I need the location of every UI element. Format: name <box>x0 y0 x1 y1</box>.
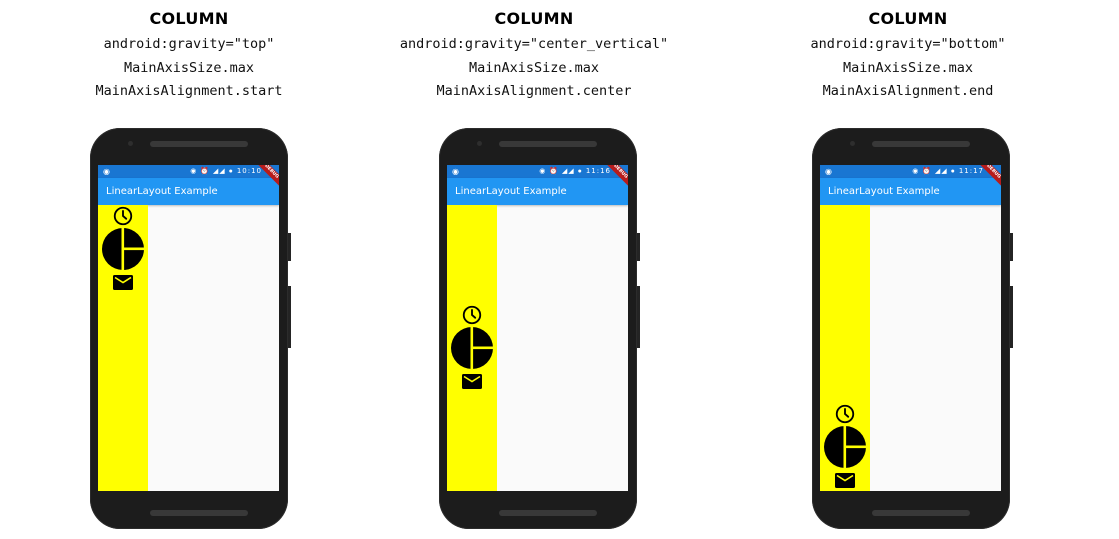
camera-icon <box>850 141 855 146</box>
bottom-speaker <box>872 510 970 516</box>
camera-icon <box>128 141 133 146</box>
camera-icon <box>477 141 482 146</box>
app-bar: LinearLayout Example <box>98 178 279 205</box>
volume-button[interactable] <box>288 286 291 348</box>
gravity-label: android:gravity="bottom" <box>810 36 1006 52</box>
pie-chart-icon <box>823 425 867 469</box>
clock-icon <box>112 205 134 227</box>
status-bar: ◉ ◉ ⏰ ◢◢ ● 11:16 <box>447 165 628 178</box>
main-axis-alignment-label: MainAxisAlignment.center <box>436 83 632 99</box>
status-time: 10:10 <box>236 167 262 175</box>
status-icons: ◉ ⏰ ◢◢ ● 10:10 <box>190 167 262 175</box>
notification-icon: ◉ <box>103 167 110 176</box>
panel-heading: COLUMN <box>494 9 574 28</box>
phone-screen: ◉ ◉ ⏰ ◢◢ ● 11:16 LinearLayout Example DE… <box>447 165 628 491</box>
yellow-column <box>820 205 870 491</box>
app-bar-title: LinearLayout Example <box>455 186 567 197</box>
main-axis-alignment-label: MainAxisAlignment.end <box>822 83 994 99</box>
clock-icon <box>834 403 856 425</box>
power-button[interactable] <box>637 233 640 261</box>
phone-frame: ◉ ◉ ⏰ ◢◢ ● 11:17 LinearLayout Example DE… <box>812 128 1013 529</box>
power-button[interactable] <box>288 233 291 261</box>
app-bar-title: LinearLayout Example <box>828 186 940 197</box>
yellow-column <box>98 205 148 491</box>
earpiece-speaker <box>872 141 970 147</box>
app-bar: LinearLayout Example <box>447 178 628 205</box>
clock-icon <box>461 304 483 326</box>
phone-screen: ◉ ◉ ⏰ ◢◢ ● 10:10 LinearLayout Example DE… <box>98 165 279 491</box>
power-button[interactable] <box>1010 233 1013 261</box>
status-bar: ◉ ◉ ⏰ ◢◢ ● 11:17 <box>820 165 1001 178</box>
status-time: 11:16 <box>585 167 611 175</box>
volume-button[interactable] <box>637 286 640 348</box>
app-bar-title: LinearLayout Example <box>106 186 218 197</box>
status-time: 11:17 <box>958 167 984 175</box>
mail-icon <box>460 370 484 392</box>
status-icons: ◉ ⏰ ◢◢ ● 11:17 <box>912 167 984 175</box>
panel-heading: COLUMN <box>868 9 948 28</box>
bottom-speaker <box>150 510 248 516</box>
app-bar: LinearLayout Example <box>820 178 1001 205</box>
earpiece-speaker <box>499 141 597 147</box>
main-axis-size-label: MainAxisSize.max <box>468 60 600 76</box>
notification-icon: ◉ <box>825 167 832 176</box>
mail-icon <box>833 469 857 491</box>
mail-icon <box>111 271 135 293</box>
main-axis-size-label: MainAxisSize.max <box>123 60 255 76</box>
pie-chart-icon <box>450 326 494 370</box>
notification-icon: ◉ <box>452 167 459 176</box>
bottom-speaker <box>499 510 597 516</box>
main-axis-alignment-label: MainAxisAlignment.start <box>95 83 283 99</box>
earpiece-speaker <box>150 141 248 147</box>
gravity-label: android:gravity="center_vertical" <box>399 36 669 52</box>
gravity-label: android:gravity="top" <box>103 36 275 52</box>
phone-screen: ◉ ◉ ⏰ ◢◢ ● 11:17 LinearLayout Example DE… <box>820 165 1001 491</box>
panel-heading: COLUMN <box>149 9 229 28</box>
status-bar: ◉ ◉ ⏰ ◢◢ ● 10:10 <box>98 165 279 178</box>
pie-chart-icon <box>101 227 145 271</box>
phone-frame: ◉ ◉ ⏰ ◢◢ ● 10:10 LinearLayout Example DE… <box>90 128 291 529</box>
yellow-column <box>447 205 497 491</box>
status-icons: ◉ ⏰ ◢◢ ● 11:16 <box>539 167 611 175</box>
main-axis-size-label: MainAxisSize.max <box>842 60 974 76</box>
phone-frame: ◉ ◉ ⏰ ◢◢ ● 11:16 LinearLayout Example DE… <box>439 128 640 529</box>
volume-button[interactable] <box>1010 286 1013 348</box>
